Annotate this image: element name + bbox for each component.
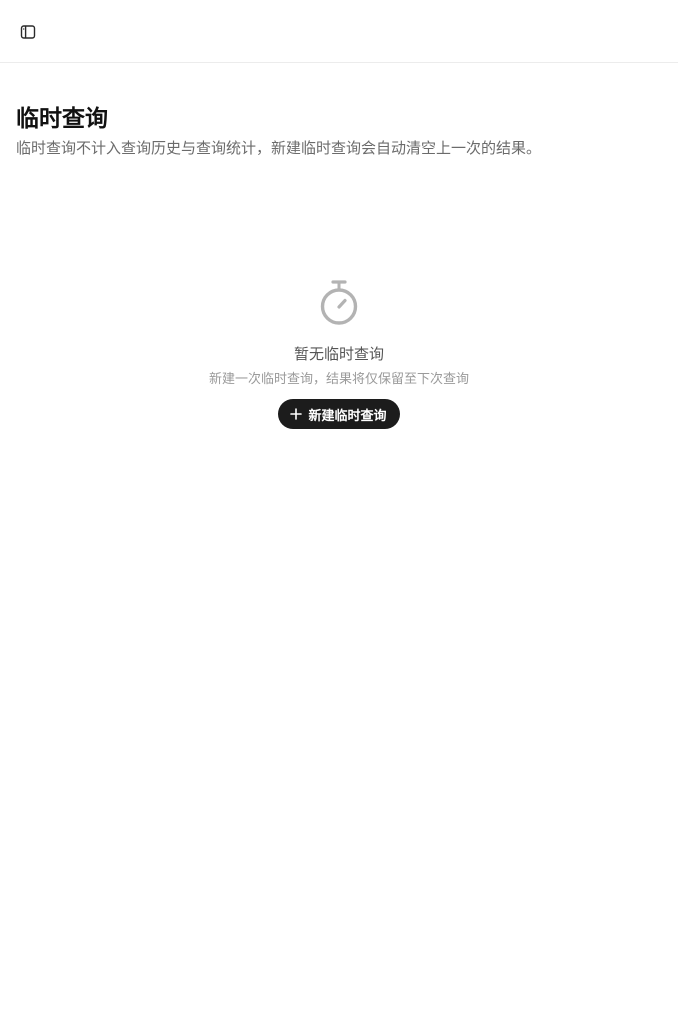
new-temporary-query-button[interactable]: 新建临时查询 <box>278 399 400 429</box>
timer-icon <box>320 280 358 325</box>
plus-icon <box>290 408 303 420</box>
top-bar <box>0 0 678 63</box>
sidebar-toggle-button[interactable] <box>16 20 40 44</box>
sidebar-panel-icon <box>20 25 36 39</box>
page-title: 临时查询 <box>16 106 108 132</box>
empty-state-description: 新建一次临时查询，结果将仅保留至下次查询 <box>208 372 469 387</box>
page-subtitle: 临时查询不计入查询历史与查询统计，新建临时查询会自动清空上一次的结果。 <box>16 139 542 157</box>
new-query-button-label: 新建临时查询 <box>308 408 387 424</box>
empty-state-title: 暂无临时查询 <box>293 345 384 363</box>
empty-state: 暂无临时查询 新建一次临时查询，结果将仅保留至下次查询 新建临时查询 <box>0 278 678 429</box>
